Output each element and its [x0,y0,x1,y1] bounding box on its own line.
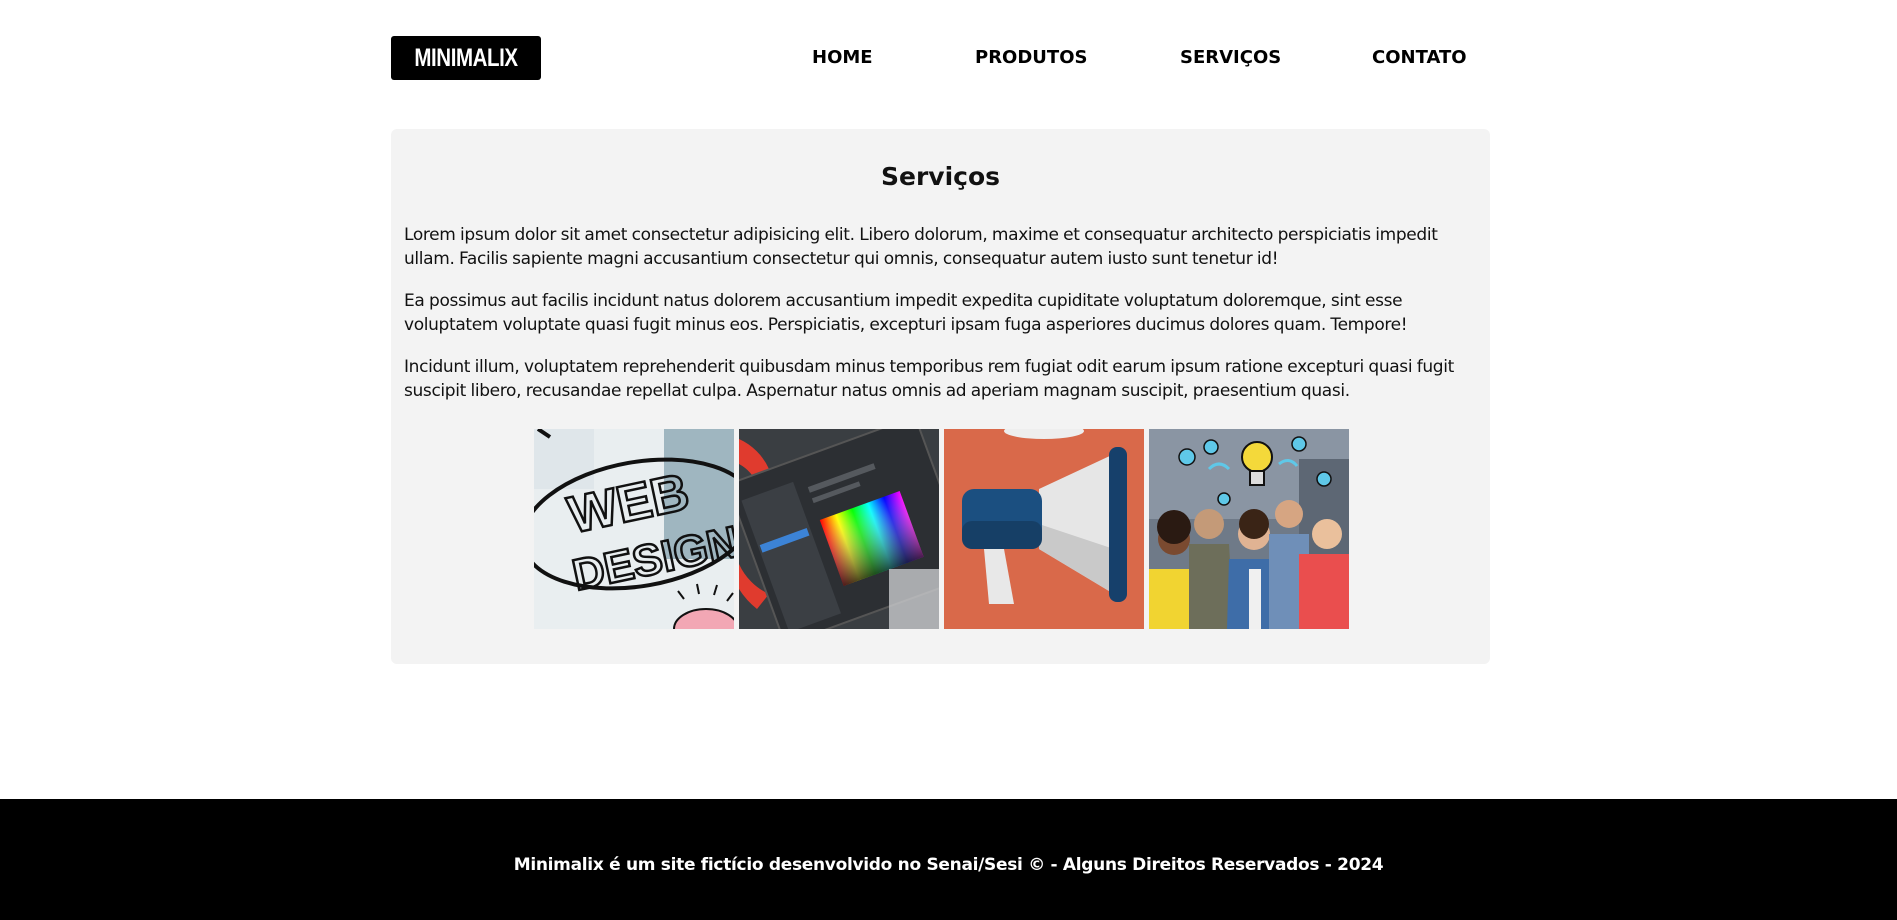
main-nav: HOME PRODUTOS SERVIÇOS CONTATO [391,36,1490,80]
footer-copyright: Minimalix é um site fictício desenvolvid… [513,855,1384,875]
nav-link-servicos[interactable]: SERVIÇOS [1180,47,1281,68]
nav-link-home[interactable]: HOME [812,47,873,68]
paragraph-1: Lorem ipsum dolor sit amet consectetur a… [404,225,1438,269]
section-title: Serviços [880,162,1001,191]
services-gallery: WEB DESIGN [534,429,1349,629]
color-picker-software-image [739,429,939,629]
services-section: Serviços Lorem ipsum dolor sit amet cons… [391,129,1490,664]
web-design-image: WEB DESIGN [534,429,734,629]
site-header: MINIMALIX HOME PRODUTOS SERVIÇOS CONTATO [391,36,1490,80]
page: MINIMALIX HOME PRODUTOS SERVIÇOS CONTATO… [0,0,1897,920]
paragraph-2: Ea possimus aut facilis incidunt natus d… [404,291,1408,335]
megaphone-image [944,429,1144,629]
team-ideas-image [1149,429,1349,629]
paragraph-3: Incidunt illum, voluptatem reprehenderit… [404,357,1454,401]
nav-link-produtos[interactable]: PRODUTOS [975,47,1087,68]
nav-link-contato[interactable]: CONTATO [1372,47,1467,68]
site-footer: Minimalix é um site fictício desenvolvid… [0,799,1897,920]
